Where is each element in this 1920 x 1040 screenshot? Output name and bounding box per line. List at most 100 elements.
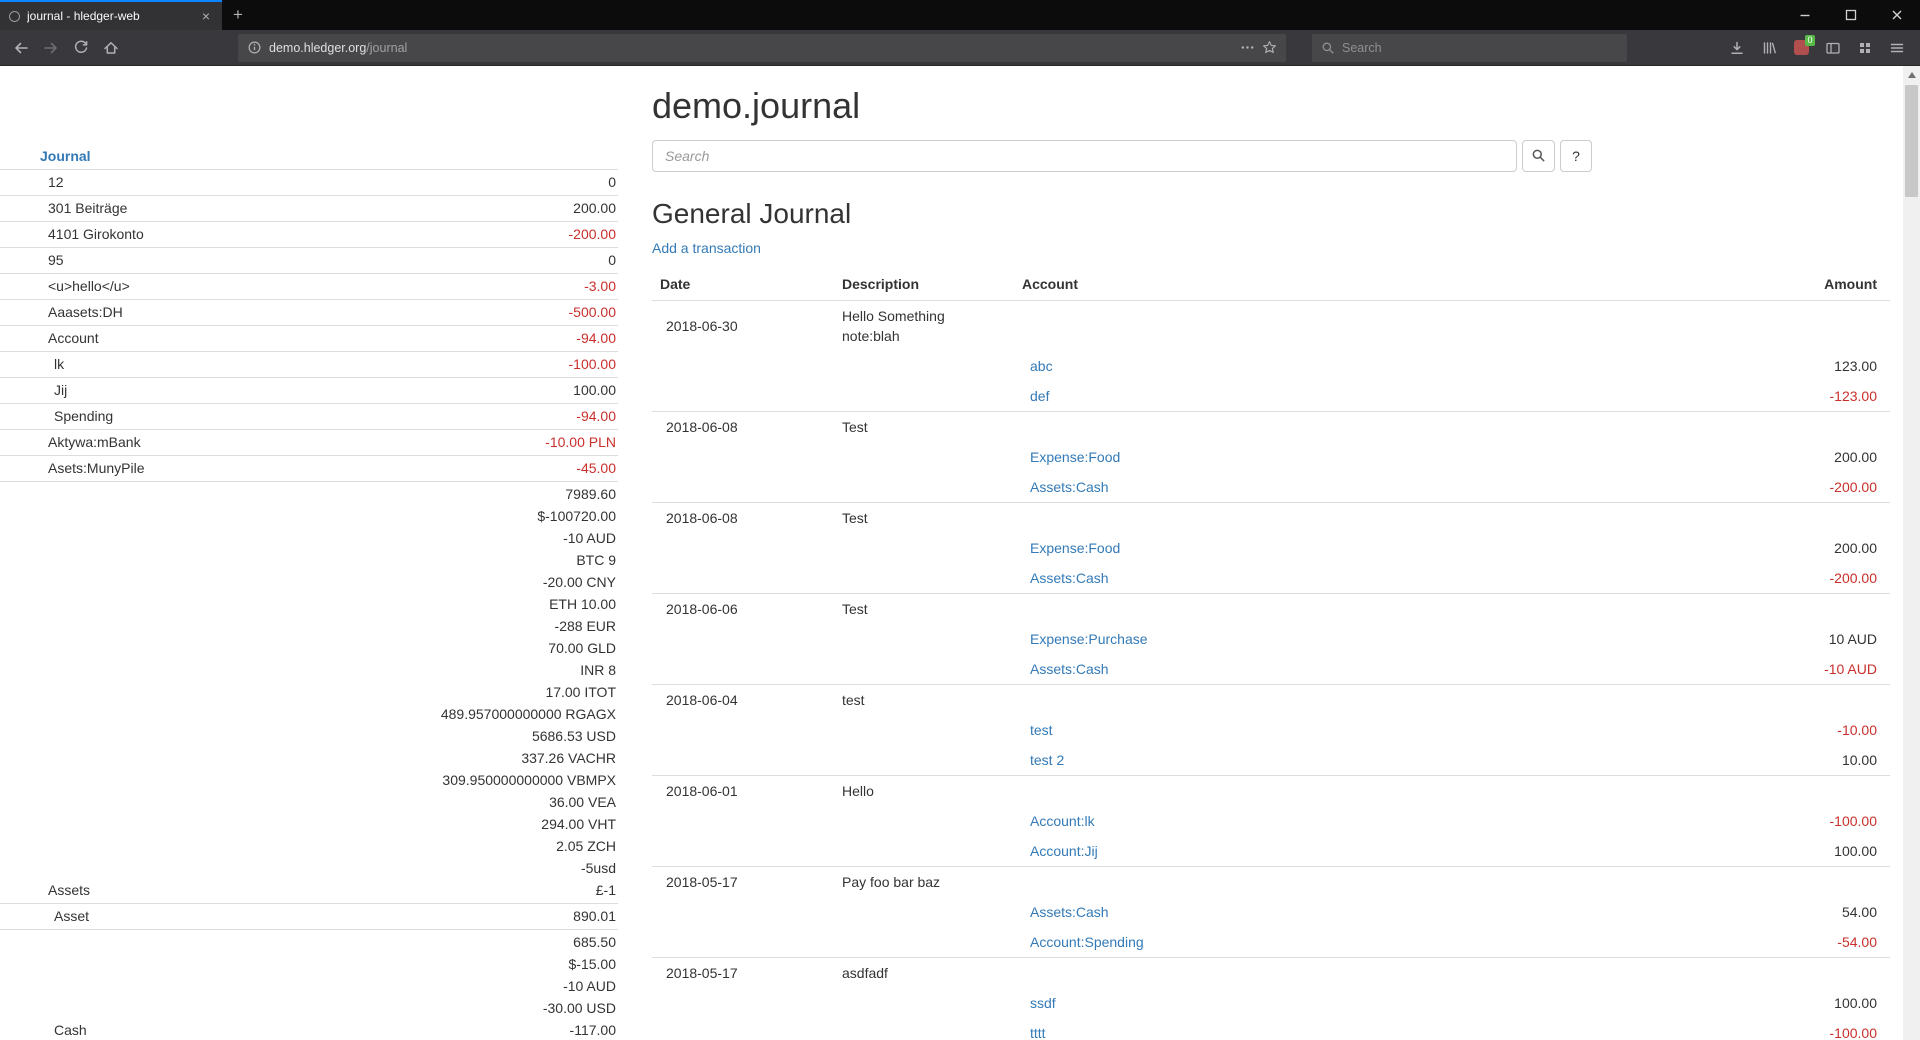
sidebar-account-link[interactable]: Aaasets:DH — [48, 304, 123, 320]
posting-amount: 10 AUD — [1829, 631, 1877, 647]
toolbar-right-icons: 0 — [1722, 33, 1914, 63]
posting-account-link[interactable]: ssdf — [1030, 995, 1056, 1011]
sidebar-account-link[interactable]: 4101 Girokonto — [48, 226, 144, 242]
posting-amount-cell: 10.00 — [1590, 745, 1890, 776]
reload-button[interactable] — [66, 33, 96, 63]
balance-amount: -500.00 — [278, 301, 616, 323]
transactions-table: Date Description Account Amount 2018-06-… — [652, 268, 1890, 1040]
close-button[interactable] — [1874, 0, 1920, 30]
scrollbar-thumb[interactable] — [1905, 85, 1918, 197]
home-button[interactable] — [96, 33, 126, 63]
sidebar-account-link[interactable]: Account — [48, 330, 99, 346]
journal-search-input[interactable] — [652, 140, 1517, 172]
scrollbar-up-arrow[interactable] — [1903, 66, 1920, 83]
search-help-button[interactable]: ? — [1560, 140, 1592, 172]
journal-search-button[interactable] — [1522, 140, 1555, 172]
sidebar-account-link[interactable]: Asets:MunyPile — [48, 460, 144, 476]
posting-row: Expense:Food200.00 — [652, 533, 1890, 563]
maximize-button[interactable] — [1828, 0, 1874, 30]
tab-close-icon[interactable]: × — [199, 7, 213, 25]
library-button[interactable] — [1754, 33, 1784, 63]
date-header: Date — [652, 268, 834, 301]
empty-cell — [652, 988, 834, 1018]
account-balance-cell: 0 — [278, 170, 618, 196]
account-balance-cell: 685.50$-15.00-10 AUD-30.00 USD-117.00 — [278, 930, 618, 1040]
posting-account-link[interactable]: Account:lk — [1030, 813, 1095, 829]
forward-button[interactable] — [36, 33, 66, 63]
sidebar-account-link[interactable]: Aktywa:mBank — [48, 434, 141, 450]
url-domain: demo.hledger.org — [269, 41, 366, 55]
sidebar-account-link[interactable]: 301 Beiträge — [48, 200, 127, 216]
balance-amount: -20.00 CNY — [278, 571, 616, 593]
transaction-row: 2018-05-17asdfadf — [652, 957, 1890, 988]
url-bar[interactable]: demo.hledger.org/journal — [238, 34, 1286, 62]
new-tab-button[interactable]: + — [222, 0, 254, 30]
sidebar-account-link[interactable]: 12 — [48, 174, 64, 190]
balance-amount: 890.01 — [278, 905, 616, 927]
transaction-date: 2018-06-06 — [666, 601, 738, 617]
balance-amount: 36.00 VEA — [278, 791, 616, 813]
sidebar-account-row: Assets7989.60$-100720.00-10 AUDBTC 9-20.… — [0, 482, 618, 904]
posting-amount-cell: -200.00 — [1590, 472, 1890, 503]
posting-account-cell: def — [1014, 381, 1590, 412]
posting-account-link[interactable]: def — [1030, 388, 1049, 404]
account-name-cell: Account — [0, 326, 278, 352]
add-transaction-link[interactable]: Add a transaction — [652, 240, 761, 256]
browser-tab[interactable]: journal - hledger-web × — [0, 0, 222, 30]
empty-cell — [1014, 957, 1590, 988]
posting-account-link[interactable]: tttt — [1030, 1025, 1046, 1040]
posting-account-link[interactable]: test 2 — [1030, 752, 1064, 768]
posting-amount: -100.00 — [1830, 1025, 1877, 1040]
browser-window: journal - hledger-web × + — [0, 0, 1920, 66]
sidebar-account-link[interactable]: Asset — [54, 908, 89, 924]
sidebars-button[interactable] — [1818, 33, 1848, 63]
sidebar-account-link[interactable]: Assets — [48, 882, 90, 898]
account-name-cell: <u>hello</u> — [0, 274, 278, 300]
browser-search-bar[interactable]: Search — [1312, 34, 1627, 62]
sidebar-account-link[interactable]: <u>hello</u> — [48, 278, 130, 294]
page-actions-icon[interactable] — [1240, 40, 1255, 55]
bookmark-star-icon[interactable] — [1262, 40, 1277, 55]
posting-account-cell: Assets:Cash — [1014, 654, 1590, 685]
site-info-icon[interactable] — [247, 40, 262, 55]
highlights-button[interactable] — [1850, 33, 1880, 63]
posting-account-link[interactable]: Expense:Food — [1030, 449, 1120, 465]
transaction-date-cell: 2018-06-06 — [652, 593, 834, 624]
posting-account-link[interactable]: abc — [1030, 358, 1053, 374]
posting-account-cell: Account:Spending — [1014, 927, 1590, 958]
back-button[interactable] — [6, 33, 36, 63]
extension-button[interactable]: 0 — [1786, 33, 1816, 63]
sidebar-account-link[interactable]: Spending — [54, 408, 113, 424]
empty-cell — [652, 654, 834, 685]
menu-button[interactable] — [1882, 33, 1912, 63]
sidebar-account-link[interactable]: lk — [54, 356, 64, 372]
minimize-button[interactable] — [1782, 0, 1828, 30]
posting-account-link[interactable]: Assets:Cash — [1030, 570, 1109, 586]
posting-account-cell: Account:lk — [1014, 806, 1590, 836]
empty-cell — [834, 624, 1014, 654]
transaction-description-cell: asdfadf — [834, 957, 1014, 988]
balance-amount: $-100720.00 — [278, 505, 616, 527]
sidebar-account-link[interactable]: Jij — [54, 382, 67, 398]
empty-cell — [652, 381, 834, 412]
posting-amount: -100.00 — [1830, 813, 1877, 829]
sidebar-journal-link[interactable]: Journal — [40, 148, 91, 164]
empty-cell — [1014, 866, 1590, 897]
posting-account-link[interactable]: Expense:Purchase — [1030, 631, 1148, 647]
posting-account-link[interactable]: Assets:Cash — [1030, 479, 1109, 495]
sidebar-account-link[interactable]: Cash — [54, 1022, 87, 1038]
account-balance-cell: -3.00 — [278, 274, 618, 300]
posting-account-link[interactable]: test — [1030, 722, 1053, 738]
page-scrollbar[interactable] — [1903, 66, 1920, 1040]
posting-account-link[interactable]: Assets:Cash — [1030, 661, 1109, 677]
sidebar-account-row: 12 0 — [0, 170, 618, 196]
posting-account-link[interactable]: Expense:Food — [1030, 540, 1120, 556]
sidebar-account-link[interactable]: 95 — [48, 252, 64, 268]
posting-account-link[interactable]: Account:Jij — [1030, 843, 1098, 859]
downloads-button[interactable] — [1722, 33, 1752, 63]
posting-account-link[interactable]: Account:Spending — [1030, 934, 1144, 950]
empty-cell — [652, 897, 834, 927]
balance-amount: -100.00 — [278, 353, 616, 375]
posting-row: test-10.00 — [652, 715, 1890, 745]
posting-account-link[interactable]: Assets:Cash — [1030, 904, 1109, 920]
